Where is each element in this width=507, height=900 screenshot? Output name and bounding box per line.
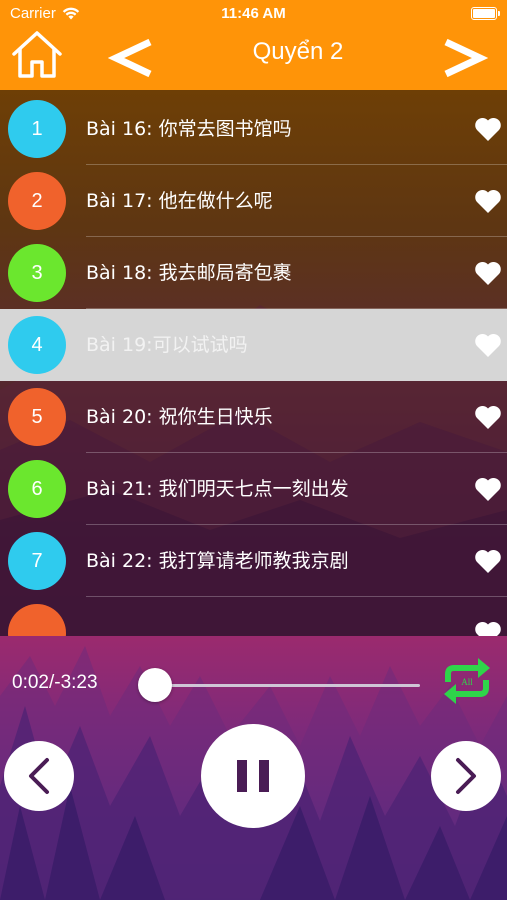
- favorite-heart-icon[interactable]: [474, 620, 502, 636]
- chevron-left-icon: [29, 758, 49, 794]
- lesson-title: Bài 21: 我们明天七点一刻出发: [86, 478, 349, 500]
- favorite-heart-icon[interactable]: [474, 332, 502, 358]
- carrier-group: Carrier: [10, 5, 80, 22]
- audio-player: 0:02/-3:23 All: [0, 636, 507, 900]
- lesson-number-badge: 7: [8, 532, 66, 590]
- lesson-number-badge: 2: [8, 172, 66, 230]
- status-bar: Carrier 11:46 AM: [0, 0, 507, 26]
- lesson-number-badge: 1: [8, 100, 66, 158]
- battery-icon: [471, 6, 500, 20]
- lesson-title: Bài 18: 我去邮局寄包裹: [86, 262, 292, 284]
- lesson-row[interactable]: 3 Bài 18: 我去邮局寄包裹: [0, 237, 507, 309]
- chevron-right-icon: [456, 758, 476, 794]
- lesson-title: Bài 19:可以试试吗: [86, 334, 248, 356]
- pause-button[interactable]: [201, 724, 305, 828]
- next-track-button[interactable]: [431, 741, 501, 811]
- lesson-title: Bài 22: 我打算请老师教我京剧: [86, 550, 349, 572]
- favorite-heart-icon[interactable]: [474, 476, 502, 502]
- previous-book-button[interactable]: [108, 36, 156, 80]
- lesson-number-badge: 3: [8, 244, 66, 302]
- pause-icon: [237, 760, 269, 792]
- home-icon[interactable]: [10, 30, 64, 80]
- lesson-number-badge: 5: [8, 388, 66, 446]
- repeat-label: All: [461, 677, 473, 687]
- lesson-number-badge: [8, 604, 66, 636]
- carrier-label: Carrier: [10, 4, 56, 22]
- favorite-heart-icon[interactable]: [474, 548, 502, 574]
- favorite-heart-icon[interactable]: [474, 404, 502, 430]
- lesson-number-badge: 4: [8, 316, 66, 374]
- lesson-title: Bài 20: 祝你生日快乐: [86, 406, 273, 428]
- favorite-heart-icon[interactable]: [474, 116, 502, 142]
- lesson-row[interactable]: 2 Bài 17: 他在做什么呢: [0, 165, 507, 237]
- lesson-row[interactable]: 6 Bài 21: 我们明天七点一刻出发: [0, 453, 507, 525]
- lesson-row[interactable]: [0, 597, 507, 636]
- progress-slider[interactable]: [156, 684, 420, 687]
- navigation-bar: Quyển 2: [0, 26, 507, 90]
- progress-slider-knob[interactable]: [138, 668, 172, 702]
- lesson-title: Bài 17: 他在做什么呢: [86, 190, 273, 212]
- lesson-title: Bài 16: 你常去图书馆吗: [86, 118, 292, 140]
- favorite-heart-icon[interactable]: [474, 260, 502, 286]
- lesson-row[interactable]: 1 Bài 16: 你常去图书馆吗: [0, 93, 507, 165]
- previous-track-button[interactable]: [4, 741, 74, 811]
- wifi-icon: [62, 7, 80, 19]
- lesson-list[interactable]: 1 Bài 16: 你常去图书馆吗 2 Bài 17: 他在做什么呢 3 Bài 18: …: [0, 90, 507, 636]
- favorite-heart-icon[interactable]: [474, 188, 502, 214]
- lesson-row[interactable]: 7 Bài 22: 我打算请老师教我京剧: [0, 525, 507, 597]
- lesson-number-badge: 6: [8, 460, 66, 518]
- next-book-button[interactable]: [440, 36, 488, 80]
- lesson-row[interactable]: 5 Bài 20: 祝你生日快乐: [0, 381, 507, 453]
- lesson-row[interactable]: 4 Bài 19:可以试试吗: [0, 309, 507, 381]
- repeat-all-icon[interactable]: All: [440, 656, 494, 706]
- playback-time: 0:02/-3:23: [12, 672, 98, 693]
- page-title: Quyển 2: [252, 38, 344, 65]
